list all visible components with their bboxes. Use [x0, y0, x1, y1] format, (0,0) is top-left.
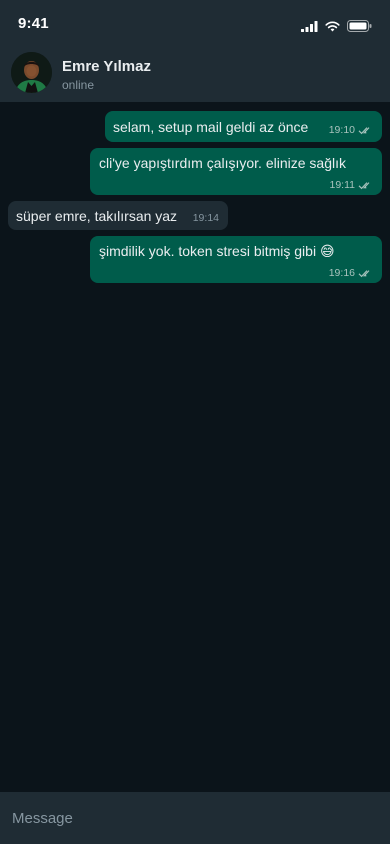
message-time: 19:16 [328, 267, 355, 279]
message-text: selam, setup mail geldi az önce [113, 119, 309, 135]
message-text: şimdilik yok. token stresi bitmiş gibi 😅 [99, 243, 335, 259]
outgoing-message[interactable]: şimdilik yok. token stresi bitmiş gibi 😅… [90, 236, 382, 283]
message-time: 19:11 [329, 179, 356, 191]
outgoing-message[interactable]: selam, setup mail geldi az önce 19:10 [105, 111, 382, 142]
app-header: 9:41 Emre Yılmaz online [0, 0, 390, 102]
chat-header[interactable]: Emre Yılmaz online [0, 46, 390, 102]
read-receipt-icon [358, 181, 370, 189]
read-receipt-icon [358, 269, 370, 277]
read-receipt-icon [358, 126, 370, 134]
wifi-icon [325, 20, 340, 31]
message-meta: 19:14 [193, 209, 219, 227]
message-text: cli'ye yapıştırdım çalışıyor. elinize sa… [99, 155, 346, 171]
contact-name[interactable]: Emre Yılmaz [62, 58, 151, 75]
status-bar: 9:41 [0, 0, 390, 46]
message-meta: 19:10 [329, 121, 373, 139]
person-avatar-icon [11, 52, 52, 93]
contact-status: online [62, 78, 95, 92]
status-time: 9:41 [18, 15, 49, 32]
cellular-signal-icon [301, 20, 318, 32]
outgoing-message[interactable]: cli'ye yapıştırdım çalışıyor. elinize sa… [90, 148, 382, 195]
message-list[interactable]: selam, setup mail geldi az önce 19:10 cl… [0, 102, 390, 792]
avatar[interactable] [11, 52, 52, 93]
message-meta: 19:16 [329, 264, 373, 282]
chat-screen: 9:41 Emre Yılmaz online selam, setup mai… [0, 0, 390, 844]
message-input[interactable] [0, 792, 390, 844]
message-composer [0, 792, 390, 844]
battery-icon [347, 20, 372, 32]
message-text: süper emre, takılırsan yaz [16, 208, 178, 224]
message-time: 19:14 [192, 212, 219, 224]
incoming-message[interactable]: süper emre, takılırsan yaz 19:14 [8, 201, 228, 230]
message-time: 19:10 [328, 124, 355, 136]
status-icons [301, 20, 372, 32]
message-meta: 19:11 [330, 176, 374, 194]
